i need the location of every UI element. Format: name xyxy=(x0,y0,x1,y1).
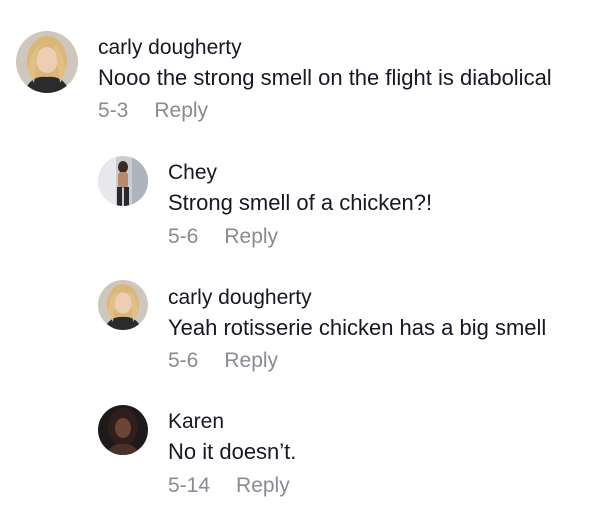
reply-button[interactable]: Reply xyxy=(224,349,278,372)
avatar[interactable] xyxy=(98,280,148,330)
profile-photo-icon xyxy=(98,280,148,330)
profile-photo-icon xyxy=(98,405,148,455)
comment-date: 5-14 xyxy=(168,474,211,497)
reply-button[interactable]: Reply xyxy=(224,225,278,248)
comment-meta: 5-6 Reply xyxy=(168,224,278,250)
comment-author[interactable]: Chey xyxy=(168,160,217,186)
comment-meta: 5-3 Reply xyxy=(98,98,208,124)
comment-text: Nooo the strong smell on the flight is d… xyxy=(98,65,552,90)
reply-button[interactable]: Reply xyxy=(154,99,208,122)
profile-photo-icon xyxy=(16,31,78,93)
comment-date: 5-6 xyxy=(168,225,199,248)
reply-button[interactable]: Reply xyxy=(236,474,290,497)
profile-photo-icon xyxy=(98,156,148,206)
comment-author[interactable]: carly dougherty xyxy=(168,285,312,311)
comment-text: Yeah rotisserie chicken has a big smell xyxy=(168,315,547,340)
comment-date: 5-6 xyxy=(168,349,199,372)
comment-date: 5-3 xyxy=(98,99,129,122)
comment-text: No it doesn’t. xyxy=(168,439,297,464)
avatar[interactable] xyxy=(98,156,148,206)
comment-text: Strong smell of a chicken?! xyxy=(168,190,433,215)
comment-author[interactable]: Karen xyxy=(168,409,224,435)
avatar[interactable] xyxy=(16,31,78,93)
comment-author[interactable]: carly dougherty xyxy=(98,35,242,61)
comment-meta: 5-14 Reply xyxy=(168,473,290,499)
comment-meta: 5-6 Reply xyxy=(168,348,278,374)
avatar[interactable] xyxy=(98,405,148,455)
